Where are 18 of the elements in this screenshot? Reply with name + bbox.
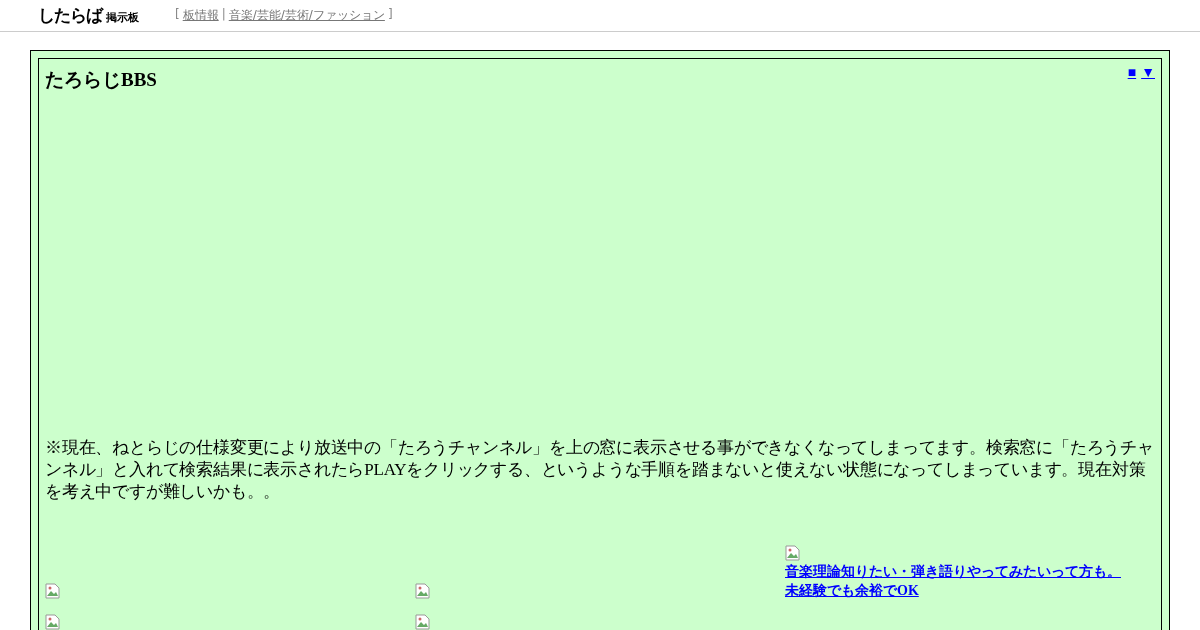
separator: | bbox=[221, 7, 226, 23]
broken-image-icon bbox=[415, 614, 431, 630]
broken-image-icon bbox=[415, 583, 431, 599]
broken-image-icon bbox=[45, 614, 61, 630]
breadcrumb-link[interactable]: 音楽/芸能/芸術/ファッション bbox=[228, 7, 385, 24]
breadcrumb-link[interactable]: 板情報 bbox=[182, 7, 219, 24]
broken-image-icon bbox=[785, 545, 801, 561]
bracket: [ bbox=[175, 7, 180, 23]
broken-image-icon bbox=[45, 583, 61, 599]
notice-text: ※現在、ねとらじの仕様変更により放送中の「たろうチャンネル」を上の窓に表示させる事ができなくなってしまってます。検索窓に「たろうチャンネル」と入れて検索結果に表示されたらPLAYをクリックする、というような手順を踏まないと使えない状態になってしまっています。現在対策を考え中ですが難しいかも。。 bbox=[45, 437, 1155, 503]
site-logo[interactable]: したらば bbox=[38, 4, 102, 27]
bracket: ] bbox=[387, 7, 393, 23]
nav-link[interactable]: ■ bbox=[1127, 65, 1137, 81]
board-title: たろらじBBS bbox=[45, 68, 157, 92]
nav-link[interactable]: ▼ bbox=[1141, 65, 1155, 81]
site-logo-subtitle: 掲示板 bbox=[106, 10, 139, 25]
banner-link[interactable]: 音楽理論知りたい・弾き語りやってみたいって方も。 bbox=[785, 562, 1121, 581]
banner-link[interactable]: 未経験でも余裕でOK bbox=[785, 581, 919, 600]
